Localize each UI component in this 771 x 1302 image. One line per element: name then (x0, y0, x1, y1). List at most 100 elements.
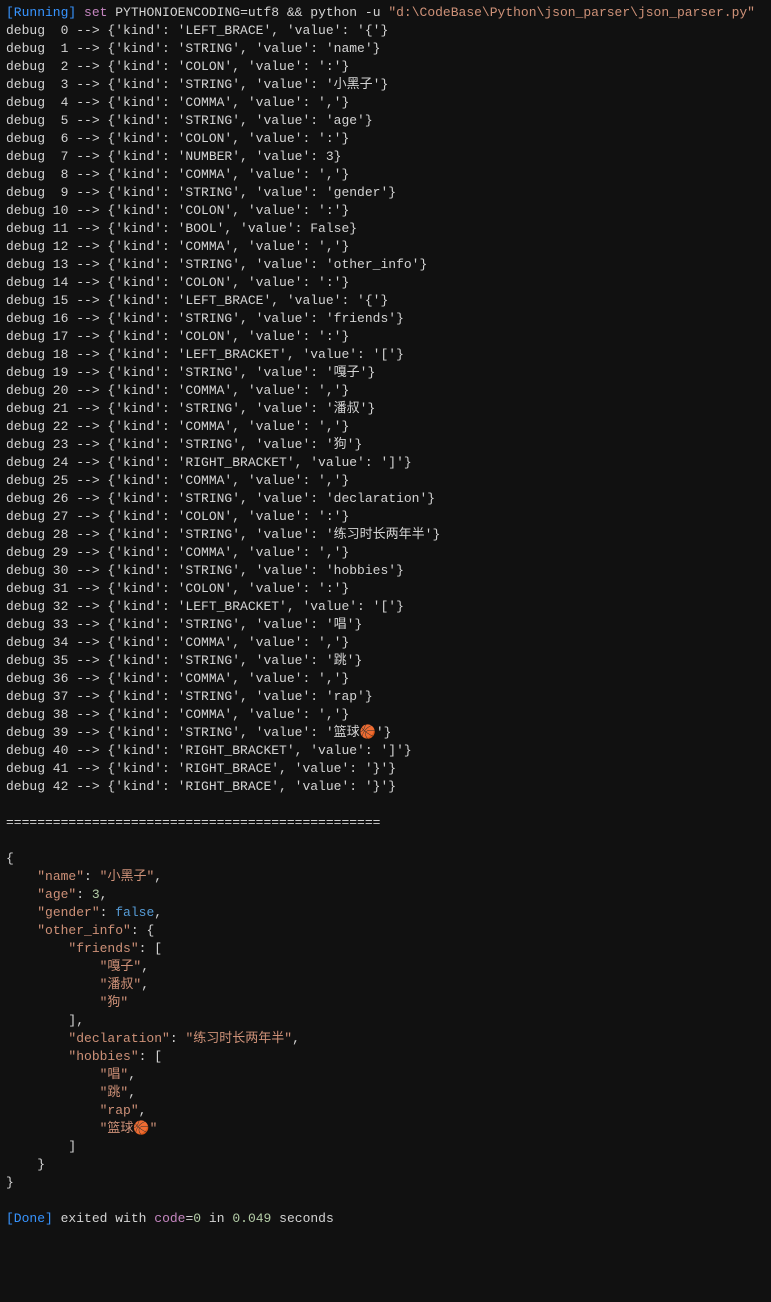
cmd-set: set (84, 5, 107, 20)
json-output: { "name": "小黑子", "age": 3, "gender": fal… (6, 850, 765, 1192)
done-code-val: 0 (193, 1211, 201, 1226)
debug-line: debug 11 --> {'kind': 'BOOL', 'value': F… (6, 220, 765, 238)
json-token-punct: , (292, 1031, 300, 1046)
debug-line: debug 39 --> {'kind': 'STRING', 'value':… (6, 724, 765, 742)
json-line: ] (6, 1138, 765, 1156)
json-token-punct: } (6, 1175, 14, 1190)
json-line: "跳", (6, 1084, 765, 1102)
json-token-punct: : [ (139, 941, 162, 956)
json-token-punct: : (76, 887, 92, 902)
debug-line: debug 24 --> {'kind': 'RIGHT_BRACKET', '… (6, 454, 765, 472)
json-token-key: "gender" (37, 905, 99, 920)
debug-line: debug 17 --> {'kind': 'COLON', 'value': … (6, 328, 765, 346)
debug-line: debug 36 --> {'kind': 'COMMA', 'value': … (6, 670, 765, 688)
debug-line: debug 15 --> {'kind': 'LEFT_BRACE', 'val… (6, 292, 765, 310)
debug-line: debug 38 --> {'kind': 'COMMA', 'value': … (6, 706, 765, 724)
json-token-punct: , (128, 1067, 136, 1082)
debug-line: debug 40 --> {'kind': 'RIGHT_BRACKET', '… (6, 742, 765, 760)
json-line: "declaration": "练习时长两年半", (6, 1030, 765, 1048)
debug-line: debug 34 --> {'kind': 'COMMA', 'value': … (6, 634, 765, 652)
json-token-str: "潘叔" (100, 977, 142, 992)
debug-line: debug 25 --> {'kind': 'COMMA', 'value': … (6, 472, 765, 490)
json-line: "rap", (6, 1102, 765, 1120)
json-token-punct: { (6, 851, 14, 866)
debug-line: debug 5 --> {'kind': 'STRING', 'value': … (6, 112, 765, 130)
json-line: "hobbies": [ (6, 1048, 765, 1066)
debug-line: debug 42 --> {'kind': 'RIGHT_BRACE', 'va… (6, 778, 765, 796)
done-exited: exited with (61, 1211, 147, 1226)
json-token-key: "name" (37, 869, 84, 884)
json-token-str: "篮球🏀" (100, 1121, 158, 1136)
done-tag: [Done] (6, 1211, 53, 1226)
done-code-word: code (154, 1211, 185, 1226)
debug-line: debug 22 --> {'kind': 'COMMA', 'value': … (6, 418, 765, 436)
json-line: } (6, 1174, 765, 1192)
json-token-str: "小黑子" (100, 869, 155, 884)
debug-line: debug 35 --> {'kind': 'STRING', 'value':… (6, 652, 765, 670)
blank-line (6, 796, 765, 814)
cmd-env: PYTHONIOENCODING=utf8 && python -u (115, 5, 380, 20)
debug-line: debug 1 --> {'kind': 'STRING', 'value': … (6, 40, 765, 58)
json-line: "name": "小黑子", (6, 868, 765, 886)
json-token-punct: , (128, 1085, 136, 1100)
json-token-punct: , (154, 869, 162, 884)
json-line: } (6, 1156, 765, 1174)
running-tag: [Running] (6, 5, 76, 20)
debug-line: debug 13 --> {'kind': 'STRING', 'value':… (6, 256, 765, 274)
json-token-num: 3 (92, 887, 100, 902)
json-token-bool: false (115, 905, 154, 920)
done-time: 0.049 (232, 1211, 271, 1226)
debug-line: debug 28 --> {'kind': 'STRING', 'value':… (6, 526, 765, 544)
json-token-punct: : [ (139, 1049, 162, 1064)
json-token-str: "狗" (100, 995, 129, 1010)
json-line: "嘎子", (6, 958, 765, 976)
debug-line: debug 12 --> {'kind': 'COMMA', 'value': … (6, 238, 765, 256)
json-token-punct: ] (68, 1139, 76, 1154)
debug-output: debug 0 --> {'kind': 'LEFT_BRACE', 'valu… (6, 22, 765, 796)
debug-line: debug 0 --> {'kind': 'LEFT_BRACE', 'valu… (6, 22, 765, 40)
json-token-str: "练习时长两年半" (185, 1031, 292, 1046)
json-token-punct: , (141, 959, 149, 974)
json-line: "friends": [ (6, 940, 765, 958)
debug-line: debug 3 --> {'kind': 'STRING', 'value': … (6, 76, 765, 94)
json-token-punct: , (100, 887, 108, 902)
json-token-punct: ], (68, 1013, 84, 1028)
json-token-punct: , (139, 1103, 147, 1118)
json-token-punct: : (84, 869, 100, 884)
debug-line: debug 18 --> {'kind': 'LEFT_BRACKET', 'v… (6, 346, 765, 364)
json-line: "篮球🏀" (6, 1120, 765, 1138)
json-line: "age": 3, (6, 886, 765, 904)
json-token-str: "rap" (100, 1103, 139, 1118)
debug-line: debug 20 --> {'kind': 'COMMA', 'value': … (6, 382, 765, 400)
json-token-key: "declaration" (68, 1031, 169, 1046)
json-token-punct: , (154, 905, 162, 920)
json-token-key: "hobbies" (68, 1049, 138, 1064)
debug-line: debug 8 --> {'kind': 'COMMA', 'value': '… (6, 166, 765, 184)
json-token-key: "other_info" (37, 923, 131, 938)
debug-line: debug 7 --> {'kind': 'NUMBER', 'value': … (6, 148, 765, 166)
debug-line: debug 16 --> {'kind': 'STRING', 'value':… (6, 310, 765, 328)
json-line: "gender": false, (6, 904, 765, 922)
json-token-punct: : (100, 905, 116, 920)
separator-line: ========================================… (6, 814, 765, 832)
debug-line: debug 33 --> {'kind': 'STRING', 'value':… (6, 616, 765, 634)
json-token-str: "唱" (100, 1067, 129, 1082)
debug-line: debug 2 --> {'kind': 'COLON', 'value': '… (6, 58, 765, 76)
debug-line: debug 27 --> {'kind': 'COLON', 'value': … (6, 508, 765, 526)
json-token-str: "嘎子" (100, 959, 142, 974)
debug-line: debug 23 --> {'kind': 'STRING', 'value':… (6, 436, 765, 454)
debug-line: debug 6 --> {'kind': 'COLON', 'value': '… (6, 130, 765, 148)
debug-line: debug 29 --> {'kind': 'COMMA', 'value': … (6, 544, 765, 562)
json-token-punct: , (141, 977, 149, 992)
debug-line: debug 21 --> {'kind': 'STRING', 'value':… (6, 400, 765, 418)
debug-line: debug 31 --> {'kind': 'COLON', 'value': … (6, 580, 765, 598)
json-line: "other_info": { (6, 922, 765, 940)
debug-line: debug 19 --> {'kind': 'STRING', 'value':… (6, 364, 765, 382)
terminal-output: [Running] set PYTHONIOENCODING=utf8 && p… (6, 4, 765, 1228)
debug-line: debug 9 --> {'kind': 'STRING', 'value': … (6, 184, 765, 202)
json-line: "狗" (6, 994, 765, 1012)
json-token-key: "age" (37, 887, 76, 902)
blank-line (6, 832, 765, 850)
json-line: "唱", (6, 1066, 765, 1084)
debug-line: debug 14 --> {'kind': 'COLON', 'value': … (6, 274, 765, 292)
